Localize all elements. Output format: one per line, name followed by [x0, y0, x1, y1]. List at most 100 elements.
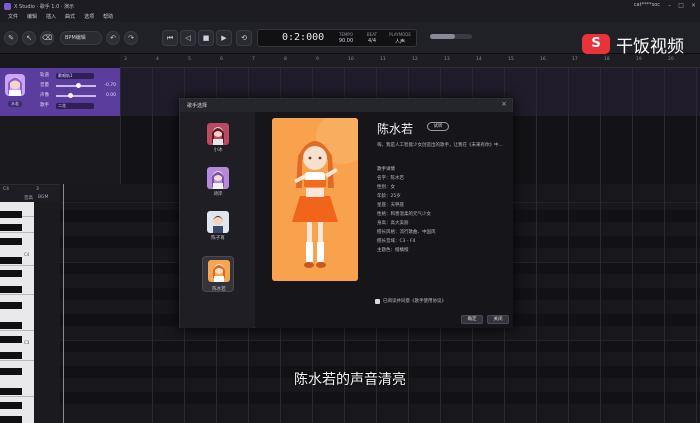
singer-detail-panel: 陈水若 试听 嗨，我是人工智能少女创造出的歌手，让我在《未来有你》中... 歌手… — [255, 112, 513, 328]
close-icon[interactable]: × — [691, 2, 696, 9]
octave-label: C4 — [24, 252, 30, 257]
singer-row: 歌手 二花 — [40, 102, 118, 110]
voice-item-chenshuiruo[interactable]: 陈水若 — [202, 256, 234, 292]
singer-badge: 水若 — [8, 101, 22, 107]
voice-thumb-icon — [207, 167, 229, 189]
piano-black-key[interactable] — [0, 270, 22, 277]
voice-item-chenziran[interactable]: 陈子苒 — [202, 208, 234, 244]
select-tool-icon[interactable]: ↖ — [22, 31, 36, 45]
volume-row: 音量 -0.70 — [40, 83, 116, 88]
piano-black-key[interactable] — [0, 336, 22, 343]
pencil-tool-icon[interactable]: ✎ — [4, 31, 18, 45]
voice-thumb-icon — [208, 260, 230, 282]
edit-mode-select[interactable]: BPM编辑 — [60, 31, 102, 45]
tempo-display[interactable]: TEMPO 90.00 — [334, 32, 358, 44]
demo-play-button[interactable]: 试听 — [427, 122, 449, 131]
stop-button[interactable]: ■ — [198, 30, 214, 46]
octave-label: C3 — [24, 340, 30, 345]
maximize-icon[interactable]: □ — [678, 2, 684, 9]
volume-slider[interactable] — [56, 83, 96, 88]
piano-black-key[interactable] — [0, 388, 22, 395]
menu-form[interactable]: 曲式 — [65, 12, 75, 22]
agree-label: 已阅读并同意《歌手使用协议》 — [383, 299, 446, 304]
singer-attribute: 性格：和善温柔的元气少女 — [377, 212, 431, 217]
video-subtitle: 陈水若的声音清亮 — [294, 372, 406, 388]
menu-bar: 文件 编辑 插入 曲式 选项 帮助 — [0, 12, 700, 22]
back-button[interactable]: ◁ — [180, 30, 196, 46]
piano-black-key[interactable] — [0, 302, 22, 309]
app-icon — [4, 2, 11, 10]
dialog-close-icon[interactable]: × — [501, 100, 507, 108]
menu-edit[interactable]: 编辑 — [27, 12, 37, 22]
undo-icon[interactable]: ↶ — [106, 31, 120, 45]
agree-checkbox[interactable] — [375, 298, 380, 304]
pan-knob[interactable] — [68, 93, 73, 98]
piano-black-key[interactable] — [0, 257, 22, 264]
rewind-button[interactable]: ⏮ — [162, 30, 178, 46]
singer-select-dialog: 歌手选择 × 小冰 诗岸 陈子苒 陈水若 陈水若 试听 嗨，我是人工智能少女创造… — [179, 98, 513, 328]
piano-black-key[interactable] — [0, 211, 22, 218]
piano-black-key[interactable] — [0, 416, 22, 423]
piano-black-key[interactable] — [0, 286, 22, 293]
menu-help[interactable]: 帮助 — [103, 12, 113, 22]
singer-name: 陈水若 — [377, 122, 414, 136]
singer-avatar[interactable] — [5, 74, 25, 96]
time-value: 0:2:000 — [282, 32, 325, 43]
mode-display[interactable]: PLAYMODE 人声 — [388, 32, 412, 45]
singer-description: 嗨，我是人工智能少女创造出的歌手，让我在《未来有你》中... — [377, 143, 503, 148]
voice-thumb-icon — [207, 211, 229, 233]
voice-track-panel[interactable]: 水若 轨道 歌唱轨1 音量 -0.70 声像 0.00 歌手 二花 — [0, 68, 120, 116]
dialog-title: 歌手选择 — [187, 103, 208, 109]
piano-black-key[interactable] — [0, 402, 22, 409]
minimize-icon[interactable]: – — [668, 2, 671, 9]
watermark-text: 干饭视频 — [616, 36, 684, 57]
pan-slider[interactable] — [56, 93, 96, 98]
menu-file[interactable]: 文件 — [8, 12, 18, 22]
play-button[interactable]: ▶ — [216, 30, 232, 46]
voice-list: 小冰 诗岸 陈子苒 陈水若 — [180, 112, 253, 328]
watermark-logo: S — [582, 34, 610, 54]
singer-dropdown[interactable]: 二花 — [56, 103, 94, 109]
confirm-button[interactable]: 确定 — [461, 315, 483, 324]
window-title: X Studio · 歌手 1.0 · 演示 — [14, 3, 75, 10]
cancel-button[interactable]: 关闭 — [487, 315, 509, 324]
piano-black-key[interactable] — [0, 322, 22, 329]
redo-icon[interactable]: ↷ — [124, 31, 138, 45]
title-bar: X Studio · 歌手 1.0 · 演示 cat****soc – □ × — [0, 0, 700, 12]
singer-attribute: 擅长音域：C3 - F4 — [377, 239, 416, 244]
piano-roll-header: C4 3 音高 BGM — [0, 184, 60, 202]
menu-options[interactable]: 选项 — [84, 12, 94, 22]
singer-attribute: 性别：女 — [377, 185, 395, 190]
piano-black-key[interactable] — [0, 352, 22, 359]
voice-item-xiaobing[interactable]: 小冰 — [202, 120, 234, 156]
eraser-tool-icon[interactable]: ⌫ — [40, 31, 54, 45]
singer-portrait — [272, 118, 358, 281]
timeline-ruler[interactable]: 3 4 5 6 7 8 9 10 11 12 13 14 15 16 17 18… — [120, 54, 700, 68]
piano-black-key[interactable] — [0, 238, 22, 245]
singer-attribute: 身高：高大美丽 — [377, 221, 409, 226]
track-dropdown[interactable]: 歌唱轨1 — [56, 73, 94, 79]
time-display: 0:2:000 TEMPO 90.00 BEAT 4/4 PLAYMODE 人声 — [257, 29, 417, 47]
loop-button[interactable]: ⟲ — [236, 30, 252, 46]
track-row: 轨道 歌唱轨1 — [40, 72, 118, 80]
volume-fill — [430, 34, 456, 39]
beat-display[interactable]: BEAT 4/4 — [360, 32, 384, 44]
agree-checkbox-row[interactable]: 已阅读并同意《歌手使用协议》 — [375, 298, 446, 304]
piano-black-key[interactable] — [0, 224, 22, 231]
pan-row: 声像 0.00 — [40, 93, 116, 98]
singer-attribute: 擅长风格：流行歌曲、中国风 — [377, 230, 436, 235]
voice-thumb-icon — [207, 123, 229, 145]
singer-attribute: 年龄：25岁 — [377, 194, 401, 199]
voice-item-shian[interactable]: 诗岸 — [202, 164, 234, 200]
dialog-title-bar: 歌手选择 × — [180, 99, 512, 112]
user-account[interactable]: cat****soc — [634, 2, 660, 8]
piano-keyboard[interactable]: C4 C3 — [0, 202, 34, 423]
volume-knob[interactable] — [76, 83, 81, 88]
master-volume-slider[interactable] — [430, 34, 472, 39]
singer-attribute: 星座：天秤座 — [377, 203, 404, 208]
menu-insert[interactable]: 插入 — [46, 12, 56, 22]
profile-section-title: 歌手详情 — [377, 167, 395, 172]
singer-attribute: 名字：陈水若 — [377, 176, 404, 181]
window-controls: – □ × — [668, 2, 696, 9]
piano-side-strip — [34, 202, 60, 423]
